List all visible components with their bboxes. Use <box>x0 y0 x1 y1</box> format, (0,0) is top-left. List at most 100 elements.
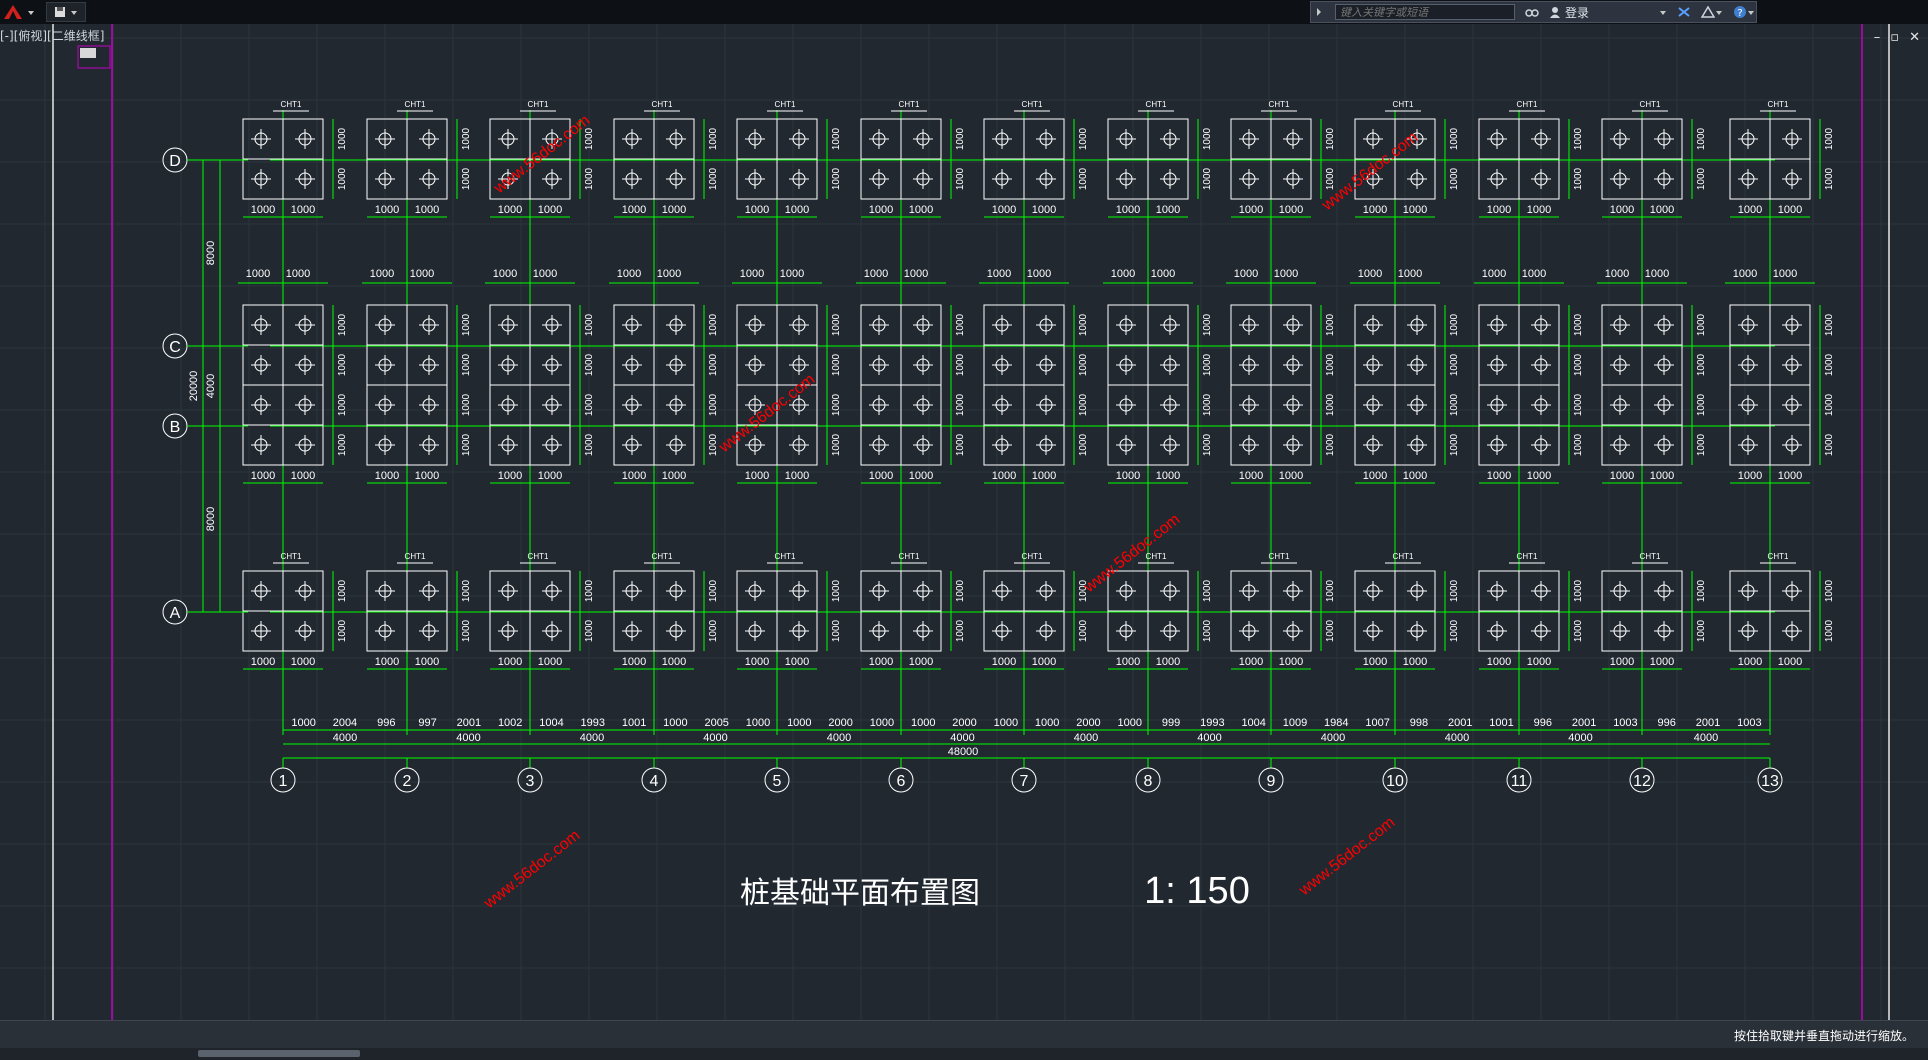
dimension-text: 1000 <box>1202 619 1213 642</box>
drawing-scale: 1: 150 <box>1144 870 1250 912</box>
dimension-text: 1000 <box>375 656 399 668</box>
dimension-text: 999 <box>1162 717 1180 729</box>
dimension-text: 4000 <box>333 732 357 744</box>
dimension-text: 1000 <box>410 268 434 280</box>
dimension-text: 1000 <box>1610 470 1634 482</box>
dimension-text: 1000 <box>746 717 770 729</box>
login-link[interactable]: 登录 <box>1565 4 1589 21</box>
cap-label: CHT1 <box>1640 552 1661 561</box>
dimension-text: 4000 <box>703 732 727 744</box>
viewport-controls-label[interactable]: [-][俯视][二维线框] <box>0 27 104 44</box>
dimension-text: 1000 <box>1573 393 1584 416</box>
dimension-text: 1000 <box>1403 204 1427 216</box>
cap-label: CHT1 <box>528 100 549 109</box>
chevron-down-icon[interactable] <box>1747 6 1755 18</box>
cap-label: CHT1 <box>1393 552 1414 561</box>
cap-label: CHT1 <box>899 552 920 561</box>
viewcube-icon[interactable] <box>80 48 96 58</box>
dimension-text: 4000 <box>827 732 851 744</box>
svg-text:?: ? <box>1737 8 1742 19</box>
binoculars-icon[interactable] <box>1525 6 1539 18</box>
dimension-text: 1000 <box>337 313 348 336</box>
chevron-down-icon[interactable] <box>70 6 78 18</box>
dimension-text: 998 <box>1410 717 1428 729</box>
dimension-text: 1000 <box>955 619 966 642</box>
dimension-text: 1000 <box>1398 268 1422 280</box>
horizontal-scrollbar[interactable] <box>0 1048 1928 1060</box>
close-icon[interactable]: ✕ <box>1909 30 1920 45</box>
dimension-text: 1000 <box>1078 353 1089 376</box>
dimension-text: 1000 <box>461 353 472 376</box>
chevron-down-icon[interactable] <box>1715 6 1723 18</box>
dimension-text: 997 <box>418 717 436 729</box>
axis-label-D: D <box>169 153 181 170</box>
dimension-text: 1000 <box>1078 393 1089 416</box>
cap-label: CHT1 <box>281 100 302 109</box>
dimension-text: 1000 <box>1449 313 1460 336</box>
dimension-text: 1000 <box>1279 656 1303 668</box>
cap-label: CHT1 <box>1146 100 1167 109</box>
dimension-text: 1000 <box>785 204 809 216</box>
dimension-text: 1000 <box>286 268 310 280</box>
dimension-text: 1000 <box>1573 313 1584 336</box>
drawing-canvas[interactable]: 1000 1000 1000 1000 CHT1 1000 1000 1000 1000 1000… <box>0 24 1928 1020</box>
dimension-text: 1000 <box>1482 268 1506 280</box>
dimension-text: 1000 <box>1778 470 1802 482</box>
exchange-icon[interactable] <box>1677 6 1691 18</box>
axis-label-11: 11 <box>1511 773 1528 790</box>
dimension-text: 1000 <box>1610 204 1634 216</box>
restore-icon[interactable]: ▫ <box>1890 30 1899 45</box>
model-viewport[interactable]: 1000 1000 1000 1000 CHT1 1000 1000 1000 1000 1000… <box>0 24 1928 1020</box>
dimension-text: 1000 <box>1527 470 1551 482</box>
dimension-text: 4000 <box>1197 732 1221 744</box>
dimension-text: 1000 <box>622 204 646 216</box>
dimension-text: 1000 <box>415 470 439 482</box>
search-input[interactable] <box>1335 4 1515 20</box>
dimension-text: 1000 <box>1733 268 1757 280</box>
dimension-text: 1000 <box>708 579 719 602</box>
dimension-text: 1000 <box>1573 127 1584 150</box>
dimension-text: 20000 <box>188 371 200 402</box>
dimension-text: 1000 <box>1527 204 1551 216</box>
dimension-text: 1000 <box>1403 470 1427 482</box>
dimension-text: 1000 <box>1032 470 1056 482</box>
dimension-text: 1000 <box>1279 204 1303 216</box>
cap-label: CHT1 <box>528 552 549 561</box>
chevron-down-icon[interactable] <box>1659 6 1667 18</box>
a360-icon[interactable] <box>1701 6 1716 18</box>
minimize-icon[interactable]: – <box>1874 30 1881 45</box>
quick-access-toolbar[interactable] <box>46 2 86 22</box>
chevron-right-icon[interactable] <box>1315 6 1323 18</box>
dimension-text: 1000 <box>1078 167 1089 190</box>
dimension-text: 1000 <box>617 268 641 280</box>
help-icon[interactable]: ? <box>1733 5 1747 19</box>
dimension-text: 1000 <box>1078 313 1089 336</box>
dimension-text: 1000 <box>1824 579 1835 602</box>
watermark: www.56doc.com <box>715 371 818 457</box>
application-menu-button[interactable] <box>2 2 42 22</box>
dimension-text: 1000 <box>1239 656 1263 668</box>
dimension-text: 1000 <box>337 167 348 190</box>
dimension-text: 1000 <box>584 433 595 456</box>
dimension-text: 1000 <box>1156 470 1180 482</box>
cap-label: CHT1 <box>1517 552 1538 561</box>
dimension-text: 1000 <box>831 167 842 190</box>
dimension-text: 1000 <box>538 470 562 482</box>
dimension-text: 1000 <box>1202 579 1213 602</box>
dimension-text: 1000 <box>337 619 348 642</box>
dimension-text: 1000 <box>1151 268 1175 280</box>
axis-label-1: 1 <box>279 773 288 790</box>
watermark: www.56doc.com <box>490 112 593 198</box>
dimension-text: 4000 <box>1445 732 1469 744</box>
dimension-text: 1000 <box>1202 353 1213 376</box>
dimension-text: 1000 <box>415 656 439 668</box>
dimension-text: 1000 <box>538 656 562 668</box>
dimension-text: 1000 <box>1325 433 1336 456</box>
dimension-text: 1000 <box>337 393 348 416</box>
save-icon[interactable] <box>54 6 66 18</box>
user-icon[interactable] <box>1549 6 1561 18</box>
scrollbar-thumb[interactable] <box>198 1050 360 1057</box>
axis-label-5: 5 <box>773 773 782 790</box>
dimension-text: 1000 <box>708 353 719 376</box>
chevron-down-icon <box>28 11 34 15</box>
